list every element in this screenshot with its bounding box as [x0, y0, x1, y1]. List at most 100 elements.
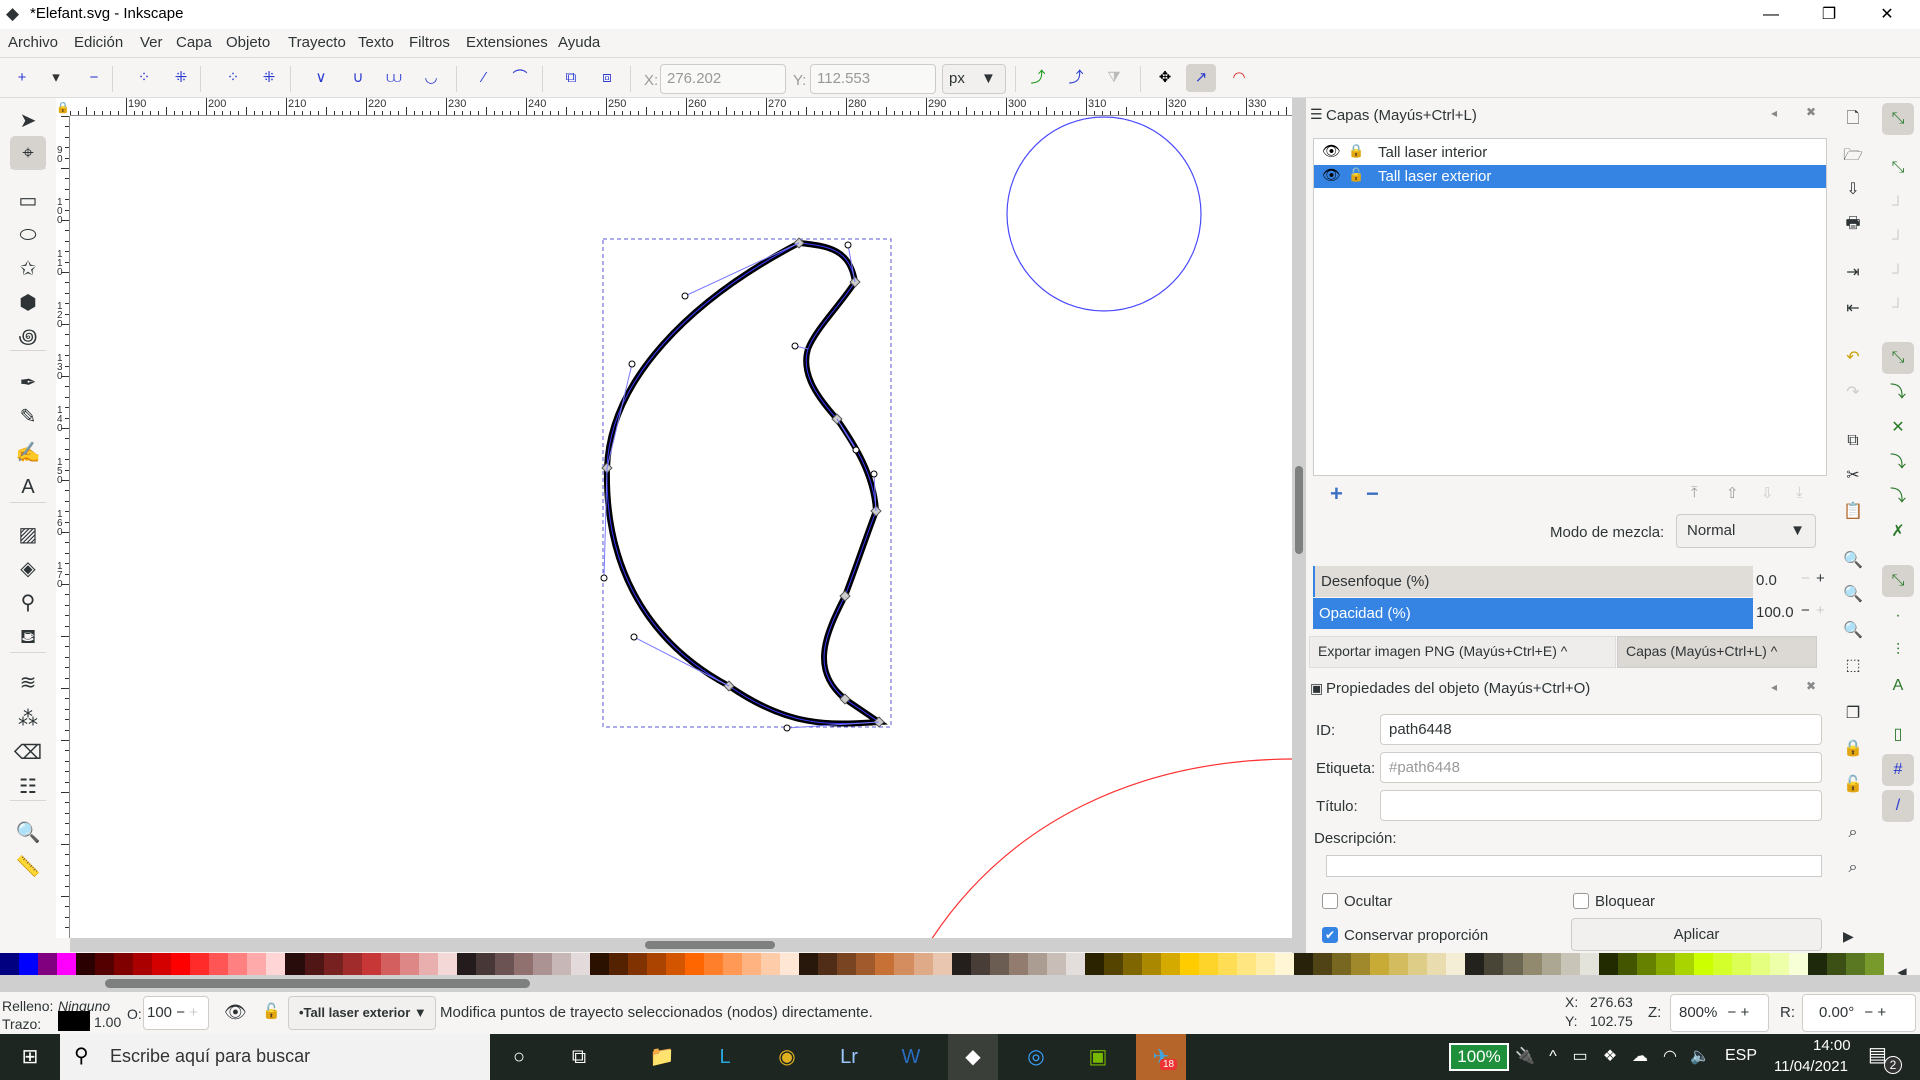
- palette-swatch[interactable]: [1865, 953, 1885, 975]
- tool-paint-bucket-icon[interactable]: ⛾: [10, 620, 46, 654]
- layer-raise-icon[interactable]: ⇧: [1726, 484, 1739, 502]
- palette-swatch[interactable]: [19, 953, 39, 975]
- palette-swatch[interactable]: [1769, 953, 1789, 975]
- zoom-out-icon[interactable]: −: [1728, 1004, 1737, 1021]
- cortana-icon[interactable]: ○: [494, 1034, 544, 1080]
- show-path-outline-button[interactable]: ◠: [1224, 64, 1254, 92]
- palette-swatch[interactable]: [76, 953, 96, 975]
- palette-swatch[interactable]: [266, 953, 286, 975]
- add-layer-button[interactable]: +: [1330, 481, 1343, 507]
- lock-group-icon[interactable]: 🔒: [1837, 733, 1869, 765]
- snap-12-icon[interactable]: ⤡: [1882, 565, 1914, 597]
- delete-node-button[interactable]: −: [79, 64, 109, 92]
- palette-swatch[interactable]: [1731, 953, 1751, 975]
- bezier-handle[interactable]: [628, 360, 636, 368]
- lock-guides-icon[interactable]: 🔒: [56, 98, 70, 116]
- join-nodes-button[interactable]: ⁘: [129, 64, 159, 92]
- horizontal-ruler[interactable]: 190 200 210 220 230 240 250 260 270 280 290 300 310 3…: [70, 98, 1292, 116]
- show-transform-handles-button[interactable]: ✥: [1150, 64, 1180, 92]
- layer-row[interactable]: 👁 🔒 Tall laser interior: [1314, 141, 1826, 164]
- palette-swatch[interactable]: [1827, 953, 1847, 975]
- palette-swatch[interactable]: [114, 953, 134, 975]
- palette-swatch[interactable]: [799, 953, 819, 975]
- palette-swatch[interactable]: [437, 953, 457, 975]
- palette-scroll-thumb[interactable]: [105, 979, 530, 988]
- red-arc-path[interactable]: [931, 758, 1292, 938]
- canvas[interactable]: [70, 116, 1292, 938]
- palette-swatch[interactable]: [1503, 953, 1523, 975]
- tool-eraser-icon[interactable]: ⌫: [10, 736, 46, 770]
- palette-swatch[interactable]: [1027, 953, 1047, 975]
- palette-swatch[interactable]: [1008, 953, 1028, 975]
- palette-swatch[interactable]: [570, 953, 590, 975]
- nvidia-icon[interactable]: ▣: [1073, 1034, 1123, 1080]
- vertical-scroll-thumb[interactable]: [1295, 466, 1303, 554]
- hide-checkbox[interactable]: [1322, 893, 1338, 909]
- palette-swatch[interactable]: [1807, 953, 1827, 975]
- join-segment-button[interactable]: ⁘: [218, 64, 248, 92]
- palette-swatch[interactable]: [1313, 953, 1333, 975]
- path-clip-edit-button[interactable]: ⤴: [1061, 64, 1091, 92]
- show-handles-button[interactable]: ↗: [1186, 64, 1216, 92]
- palette-swatch[interactable]: [1351, 953, 1371, 975]
- unlock-icon[interactable]: 🔓: [262, 1002, 281, 1020]
- menu-trayecto[interactable]: Trayecto: [288, 34, 346, 51]
- palette-scrollbar[interactable]: [0, 975, 1920, 992]
- snap-5-icon[interactable]: ┘: [1882, 292, 1914, 324]
- bezier-handle[interactable]: [783, 724, 791, 732]
- print-icon[interactable]: 🖶: [1837, 208, 1869, 240]
- lock-icon[interactable]: 🔓: [1348, 167, 1364, 183]
- menu-archivo[interactable]: Archivo: [8, 34, 58, 51]
- clone-icon[interactable]: ❐: [1837, 698, 1869, 730]
- snap-10-icon[interactable]: ⤵: [1882, 481, 1914, 513]
- menu-objeto[interactable]: Objeto: [226, 34, 270, 51]
- eye-icon[interactable]: 👁: [1322, 166, 1341, 184]
- palette-swatch[interactable]: [1541, 953, 1561, 975]
- lingo-icon[interactable]: L: [700, 1034, 750, 1080]
- path-mask-edit-button[interactable]: ⧩: [1099, 64, 1129, 92]
- palette-swatch[interactable]: [970, 953, 990, 975]
- palette-swatch[interactable]: [780, 953, 800, 975]
- label-input[interactable]: #path6448: [1380, 752, 1822, 783]
- palette-swatch[interactable]: [1237, 953, 1257, 975]
- description-textarea[interactable]: [1326, 855, 1822, 877]
- language-indicator[interactable]: ESP: [1725, 1047, 1757, 1065]
- palette-swatch[interactable]: [1788, 953, 1808, 975]
- palette-swatch[interactable]: [532, 953, 552, 975]
- unlock-group-icon[interactable]: 🔓: [1837, 769, 1869, 801]
- menu-ver[interactable]: Ver: [140, 34, 163, 51]
- layer-lower-icon[interactable]: ⇩: [1761, 484, 1774, 502]
- x-coordinate-input[interactable]: 276.202: [660, 64, 786, 94]
- layer-name[interactable]: Tall laser interior: [1378, 144, 1487, 161]
- layer-row[interactable]: 👁 🔓 Tall laser exterior: [1314, 165, 1826, 188]
- opacity-increment-icon[interactable]: +: [1816, 602, 1825, 619]
- make-line-button[interactable]: ⁄: [469, 64, 499, 92]
- zoom-objects-icon[interactable]: ⌕: [1837, 817, 1869, 849]
- undo-icon[interactable]: ↶: [1837, 342, 1869, 374]
- file-explorer-icon[interactable]: 📁: [637, 1034, 687, 1080]
- open-icon[interactable]: 🗁: [1837, 140, 1869, 172]
- canvas-horizontal-scrollbar[interactable]: [70, 938, 1292, 952]
- snap-17-icon[interactable]: #: [1882, 754, 1914, 786]
- tool-tweak-icon[interactable]: ≋: [10, 666, 46, 700]
- palette-swatch[interactable]: [647, 953, 667, 975]
- palette-swatch[interactable]: [1046, 953, 1066, 975]
- import-icon[interactable]: ⇥: [1837, 257, 1869, 289]
- palette-swatch[interactable]: [875, 953, 895, 975]
- apply-button[interactable]: Aplicar: [1571, 918, 1822, 951]
- make-auto-smooth-button[interactable]: ◡: [416, 64, 446, 92]
- menu-filtros[interactable]: Filtros: [409, 34, 450, 51]
- palette-swatch[interactable]: [513, 953, 533, 975]
- palette-swatch[interactable]: [1484, 953, 1504, 975]
- panel-close-icon[interactable]: ✖: [1806, 679, 1816, 693]
- break-path-button[interactable]: ⁜: [166, 64, 196, 92]
- stroke-to-path-button[interactable]: ⧈: [592, 64, 622, 92]
- bezier-handle[interactable]: [600, 574, 608, 582]
- windows-start-icon[interactable]: ⊞: [5, 1034, 55, 1080]
- menu-texto[interactable]: Texto: [358, 34, 394, 51]
- palette-swatch[interactable]: [932, 953, 952, 975]
- taskbar-search-box[interactable]: ⚲ Escribe aquí para buscar: [60, 1034, 490, 1080]
- palette-swatch[interactable]: [685, 953, 705, 975]
- zoom-properties-icon[interactable]: ⌕: [1837, 852, 1869, 884]
- increment-icon[interactable]: +: [189, 1004, 198, 1021]
